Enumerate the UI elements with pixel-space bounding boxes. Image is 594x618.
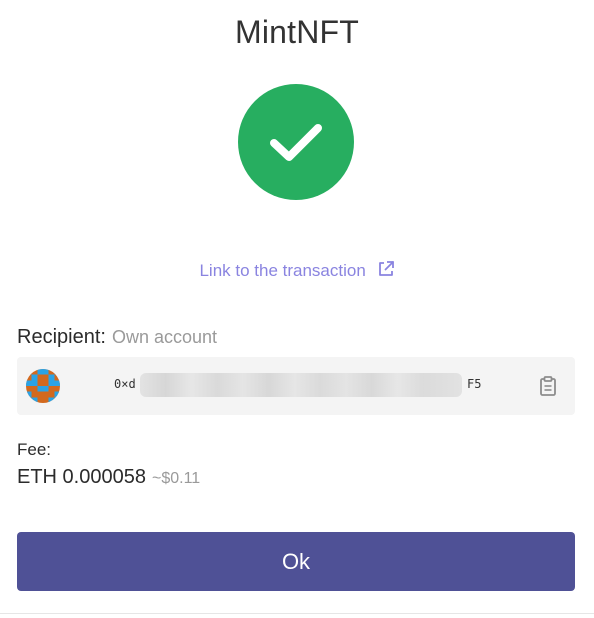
check-icon [270,124,322,161]
ok-button[interactable]: Ok [17,532,575,591]
fee-row: ETH 0.000058 ~$0.11 [17,466,200,489]
account-avatar [26,369,60,403]
divider [0,613,594,614]
dialog-title: MintNFT [234,14,360,50]
transaction-link[interactable]: Link to the transaction [0,260,594,283]
success-check-icon [238,84,354,200]
address-prefix: 0×d [114,377,136,391]
external-link-icon [377,260,395,283]
recipient-row: Recipient: Own account [17,326,217,349]
fee-label: Fee: [17,440,52,459]
address-suffix: F5 [467,377,482,391]
transaction-link-label: Link to the transaction [199,261,366,280]
recipient-label: Recipient: [17,326,106,348]
recipient-value: Own account [111,327,217,347]
fee-fiat-value: ~$0.11 [151,470,201,487]
recipient-address-box: 0×d F5 [17,357,575,415]
clipboard-icon[interactable] [537,375,559,397]
fee-amount: ETH 0.000058 [17,466,146,488]
address-redacted [140,373,462,397]
mint-nft-dialog: MintNFT Link to the transaction Recipien… [0,0,594,618]
